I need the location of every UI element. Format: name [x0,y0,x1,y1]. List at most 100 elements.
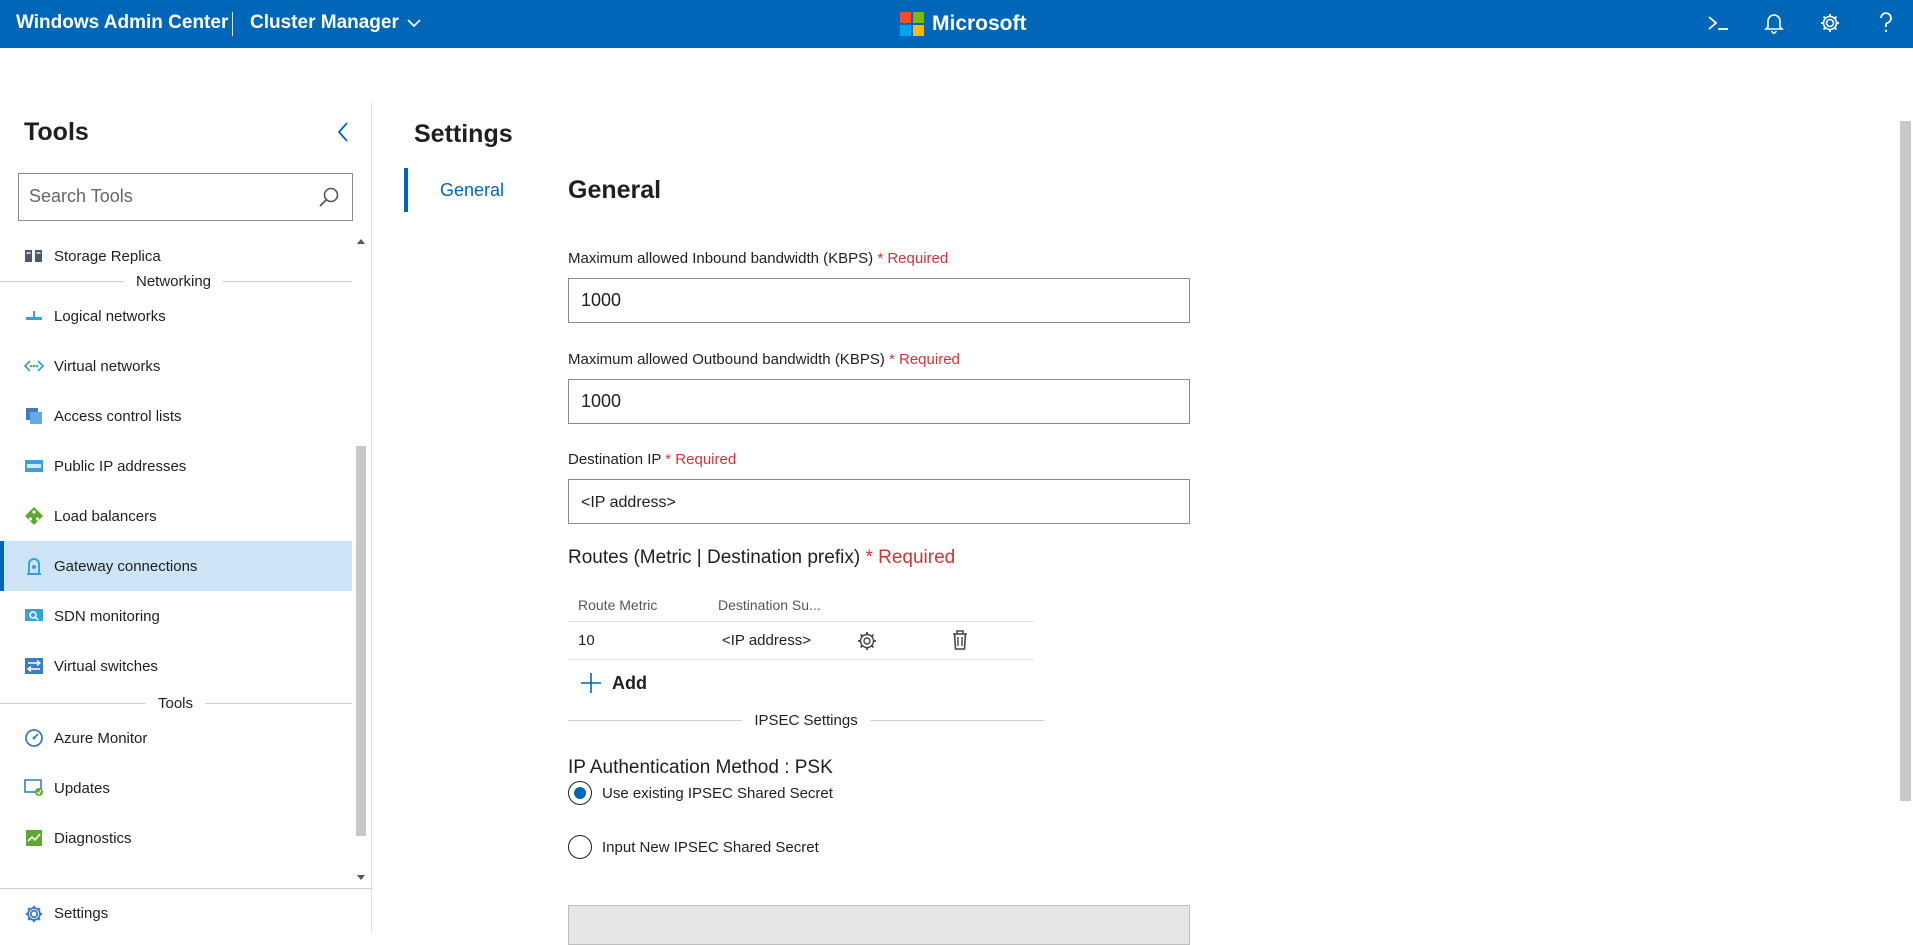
radio-use-existing-secret[interactable]: Use existing IPSEC Shared Secret [568,781,833,805]
shared-secret-field-disabled [568,905,1190,945]
sidebar-item-label: Gateway connections [54,557,198,575]
sidebar-item-updates[interactable]: Updates [0,763,352,813]
route-metric-cell: 10 [578,632,595,649]
gear-icon[interactable] [1817,10,1843,36]
updates-icon [24,778,44,798]
routes-table-header: Route Metric Destination Su... [568,590,1034,622]
divider [0,702,146,704]
sidebar-item-virtual-networks[interactable]: Virtual networks [0,341,352,391]
context-switcher[interactable]: Cluster Manager [250,12,421,34]
table-row[interactable]: 10 <IP address> [568,622,1034,660]
microsoft-logo-icon [900,12,924,36]
tools-sidebar: Tools Storage Replica Networking Logical… [0,103,372,933]
column-header-route-metric[interactable]: Route Metric [578,597,657,613]
settings-gear-icon [24,904,44,924]
sidebar-item-logical-networks[interactable]: Logical networks [0,291,352,341]
sidebar-item-label: Settings [54,905,109,922]
sidebar-scrollbar[interactable] [352,231,370,888]
app-brand[interactable]: Windows Admin Center [16,12,228,34]
storage-replica-icon [24,246,44,266]
routes-table: Route Metric Destination Su... 10 <IP ad… [568,590,1034,660]
ipsec-settings-label: IPSEC Settings [754,711,858,729]
diagnostics-icon [24,828,44,848]
column-header-destination[interactable]: Destination Su... [718,597,821,613]
vendor-name: Microsoft [932,12,1027,35]
sidebar-item-sdn-monitoring[interactable]: SDN monitoring [0,591,352,641]
page-title: Settings [414,120,513,148]
virtual-switch-icon [24,656,44,676]
scroll-up-icon[interactable] [356,237,366,245]
destination-ip-label: Destination IP * Required [568,451,736,468]
acl-icon [24,406,44,426]
add-route-button[interactable]: Add [580,672,647,694]
help-icon[interactable] [1873,10,1899,36]
section-networking: Networking [0,271,352,291]
outbound-bandwidth-label: Maximum allowed Outbound bandwidth (KBPS… [568,351,960,368]
radio-label: Input New IPSEC Shared Secret [602,838,819,856]
sidebar-item-azure-monitor[interactable]: Azure Monitor [0,713,352,763]
edit-route-gear-icon[interactable] [856,630,878,652]
required-indicator: * Required [877,250,949,267]
tools-list: Storage Replica Networking Logical netwo… [0,231,352,888]
divider [869,719,1045,721]
sidebar-item-public-ip-addresses[interactable]: Public IP addresses [0,441,352,491]
sidebar-item-label: Virtual switches [54,657,158,675]
tools-title: Tools [24,118,89,146]
sidebar-item-diagnostics[interactable]: Diagnostics [0,813,352,863]
sidebar-item-label: SDN monitoring [54,607,160,625]
radio-input-new-secret[interactable]: Input New IPSEC Shared Secret [568,835,819,859]
collapse-sidebar-button[interactable] [336,121,350,148]
divider [568,719,743,721]
sidebar-item-label: Diagnostics [54,829,132,847]
search-icon[interactable] [318,186,340,208]
radio-label: Use existing IPSEC Shared Secret [602,784,833,802]
sidebar-item-label: Public IP addresses [54,457,187,475]
section-title: General [568,176,662,204]
azure-monitor-icon [24,728,44,748]
sidebar-item-settings[interactable]: Settings [0,888,372,938]
chevron-left-icon [337,122,348,142]
scroll-down-icon[interactable] [356,874,366,882]
section-label: Tools [158,694,194,712]
destination-ip-input[interactable] [568,479,1190,524]
chevron-down-icon [407,19,421,28]
search-tools [18,173,353,221]
sidebar-item-label: Access control lists [54,407,182,425]
plus-icon [581,673,601,693]
sidebar-item-virtual-switches[interactable]: Virtual switches [0,641,352,691]
destination-cell: <IP address> [722,632,811,649]
divider [0,280,124,282]
required-indicator: * Required [865,547,956,568]
main-scroll-thumb[interactable] [1900,121,1911,801]
main-scrollbar[interactable] [1898,103,1913,933]
top-bar: Windows Admin Center Cluster Manager Mic… [0,0,1913,48]
sidebar-item-label: Virtual networks [54,357,161,375]
radio-unselected-icon[interactable] [568,835,592,859]
add-label: Add [612,672,647,693]
inbound-bandwidth-input[interactable] [568,278,1190,323]
ipsec-settings-separator: IPSEC Settings [568,710,1045,730]
public-ip-icon [24,456,44,476]
context-label: Cluster Manager [250,12,399,33]
header-divider [232,12,233,36]
sidebar-item-load-balancers[interactable]: Load balancers [0,491,352,541]
required-indicator: * Required [889,351,960,368]
sidebar-scroll-thumb[interactable] [356,446,366,836]
microsoft-logo: Microsoft [900,12,1027,36]
sidebar-item-access-control-lists[interactable]: Access control lists [0,391,352,441]
field-label: Maximum allowed Inbound bandwidth (KBPS) [568,250,874,267]
logical-networks-icon [24,306,44,326]
subnav-general[interactable]: General [404,168,504,212]
section-label: Networking [136,272,212,290]
radio-selected-icon[interactable] [568,781,592,805]
search-input[interactable] [19,174,299,218]
auth-method-title: IP Authentication Method : PSK [568,757,833,778]
terminal-icon[interactable] [1705,10,1731,36]
bell-icon[interactable] [1761,10,1787,36]
sidebar-item-label: Storage Replica [54,247,161,265]
sidebar-item-label: Azure Monitor [54,729,148,747]
sidebar-item-gateway-connections[interactable]: Gateway connections [0,541,352,591]
sidebar-item-label: Updates [54,779,110,797]
delete-route-trash-icon[interactable] [951,629,969,651]
outbound-bandwidth-input[interactable] [568,379,1190,424]
